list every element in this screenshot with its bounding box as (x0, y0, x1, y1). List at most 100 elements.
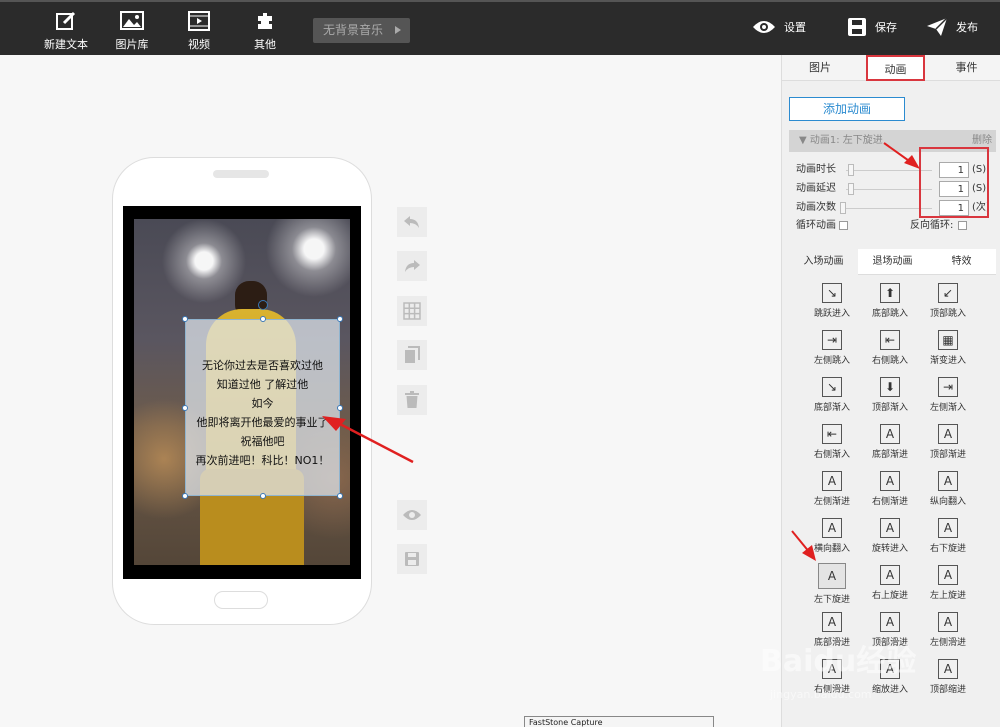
effect-preview-icon: ⬆ (880, 283, 900, 303)
effect-item[interactable]: ↘ 底部渐入 (803, 375, 861, 422)
effect-preview-icon: A (938, 471, 958, 491)
resize-handle[interactable] (337, 316, 343, 322)
effect-item[interactable]: ⇤ 右侧跳入 (861, 328, 919, 375)
effect-item[interactable]: ↙ 顶部跳入 (919, 281, 977, 328)
effect-preview-icon: A (822, 612, 842, 632)
count-slider-knob[interactable] (840, 202, 846, 214)
new-text-button[interactable]: 新建文本 (36, 10, 96, 52)
add-animation-button[interactable]: 添加动画 (789, 97, 905, 121)
effect-label: 右上旋进 (871, 591, 908, 601)
effect-item[interactable]: A 顶部渐进 (919, 422, 977, 469)
effect-item[interactable]: ⬆ 底部跳入 (861, 281, 919, 328)
effect-item[interactable]: ⇥ 左侧渐入 (919, 375, 977, 422)
resize-handle[interactable] (337, 405, 343, 411)
reverse-loop-label: 反向循环: (910, 220, 954, 231)
other-label: 其他 (254, 38, 276, 51)
copy-button[interactable] (397, 340, 427, 370)
effect-item[interactable]: A 顶部缩进 (919, 657, 977, 704)
effect-item[interactable]: A 左侧滑进 (919, 610, 977, 657)
resize-handle[interactable] (182, 405, 188, 411)
tab-animation[interactable]: 动画 (866, 55, 925, 81)
resize-handle[interactable] (337, 493, 343, 499)
effect-preview-icon: A (938, 424, 958, 444)
undo-icon (404, 216, 419, 228)
effect-item[interactable]: A 右上旋进 (861, 563, 919, 610)
effect-item[interactable]: ⇤ 右侧渐入 (803, 422, 861, 469)
resize-handle[interactable] (182, 316, 188, 322)
effect-label: 底部渐入 (813, 403, 850, 413)
tab-event[interactable]: 事件 (932, 55, 1000, 81)
undo-button[interactable] (397, 207, 427, 237)
background-photo[interactable]: 无论你过去是否喜欢过他 知道过他 了解过他 如今 他即将离开他最爱的事业了 祝福… (134, 219, 350, 565)
effect-preview-icon: A (880, 424, 900, 444)
selected-text-box[interactable]: 无论你过去是否喜欢过他 知道过他 了解过他 如今 他即将离开他最爱的事业了 祝福… (182, 300, 343, 499)
effect-preview-icon: A (880, 612, 900, 632)
effect-item[interactable]: A 左上旋进 (919, 563, 977, 610)
delete-button[interactable] (397, 385, 427, 415)
effect-item[interactable]: A 右下旋进 (919, 516, 977, 563)
delay-slider-knob[interactable] (848, 183, 854, 195)
grid-button[interactable] (397, 296, 427, 326)
count-label: 动画次数 (796, 202, 836, 213)
duration-slider-knob[interactable] (848, 164, 854, 176)
effect-item[interactable]: ⬇ 顶部渐入 (861, 375, 919, 422)
effect-preview-icon: ↙ (938, 283, 958, 303)
text-lines: 无论你过去是否喜欢过他 知道过他 了解过他 如今 他即将离开他最爱的事业了 祝福… (186, 356, 339, 470)
faststone-capture-window[interactable]: FastStone Capture (524, 716, 714, 727)
video-button[interactable]: 视频 (169, 10, 229, 52)
settings-button[interactable]: 设置 (752, 19, 806, 35)
effect-preview-icon: A (938, 565, 958, 585)
resize-handle[interactable] (260, 493, 266, 499)
resize-handle[interactable] (260, 316, 266, 322)
tab-image[interactable]: 图片 (782, 55, 858, 81)
tab-exit-animation[interactable]: 退场动画 (858, 249, 927, 275)
faststone-title: FastStone Capture (529, 718, 603, 727)
effect-item[interactable]: A 左下旋进 (803, 563, 861, 610)
effect-item[interactable]: ▦ 渐变进入 (919, 328, 977, 375)
reverse-loop-checkbox[interactable] (958, 221, 967, 230)
effect-label: 渐变进入 (929, 356, 966, 366)
editor-canvas: 无论你过去是否喜欢过他 知道过他 了解过他 如今 他即将离开他最爱的事业了 祝福… (0, 55, 780, 727)
phone-mockup: 无论你过去是否喜欢过他 知道过他 了解过他 如今 他即将离开他最爱的事业了 祝福… (112, 157, 372, 625)
effect-item[interactable]: A 纵向翻入 (919, 469, 977, 516)
effect-preview-icon: ↘ (822, 283, 842, 303)
new-text-label: 新建文本 (44, 38, 88, 51)
redo-button[interactable] (397, 251, 427, 281)
effect-label: 左侧渐进 (813, 497, 850, 507)
loop-checkbox[interactable] (839, 220, 848, 230)
background-music-button[interactable]: 无背景音乐 (313, 18, 410, 43)
effect-item[interactable]: A 左侧渐进 (803, 469, 861, 516)
loop-row: 循环动画 反向循环: (796, 218, 996, 234)
effect-preview-icon: A (880, 471, 900, 491)
eye-icon (403, 510, 421, 520)
effect-label: 跳跃进入 (813, 309, 850, 319)
phone-speaker (213, 170, 269, 178)
effect-preview-icon: ⇤ (822, 424, 842, 444)
effect-item[interactable]: ⇥ 左侧跳入 (803, 328, 861, 375)
gallery-button[interactable]: 图片库 (102, 10, 162, 52)
text-line: 知道过他 了解过他 (216, 378, 309, 391)
effect-item[interactable]: A 右侧渐进 (861, 469, 919, 516)
save-button[interactable]: 保存 (847, 17, 897, 37)
effect-label: 顶部跳入 (929, 309, 966, 319)
resize-handle[interactable] (182, 493, 188, 499)
preview-button[interactable] (397, 500, 427, 530)
gallery-label: 图片库 (115, 38, 149, 51)
effect-preview-icon: ⇤ (880, 330, 900, 350)
effect-preview-icon: ⇥ (822, 330, 842, 350)
other-button[interactable]: 其他 (235, 10, 295, 52)
publish-button[interactable]: 发布 (926, 17, 978, 37)
rotate-handle[interactable] (258, 300, 268, 310)
animation-subtabs: 入场动画 退场动画 特效 (789, 249, 996, 275)
puzzle-icon (258, 13, 272, 29)
tab-enter-animation[interactable]: 入场动画 (789, 249, 858, 275)
effect-item[interactable]: A 底部渐进 (861, 422, 919, 469)
animation-item-title: ▼ 动画1: 左下旋进 (799, 135, 883, 146)
effect-item[interactable]: ↘ 跳跃进入 (803, 281, 861, 328)
effect-preview-icon: A (880, 565, 900, 585)
save-page-button[interactable] (397, 544, 427, 574)
tab-special-effects[interactable]: 特效 (927, 249, 996, 275)
effect-label: 右侧渐入 (813, 450, 850, 460)
effect-item[interactable]: A 旋转进入 (861, 516, 919, 563)
effect-label: 左侧渐入 (929, 403, 966, 413)
